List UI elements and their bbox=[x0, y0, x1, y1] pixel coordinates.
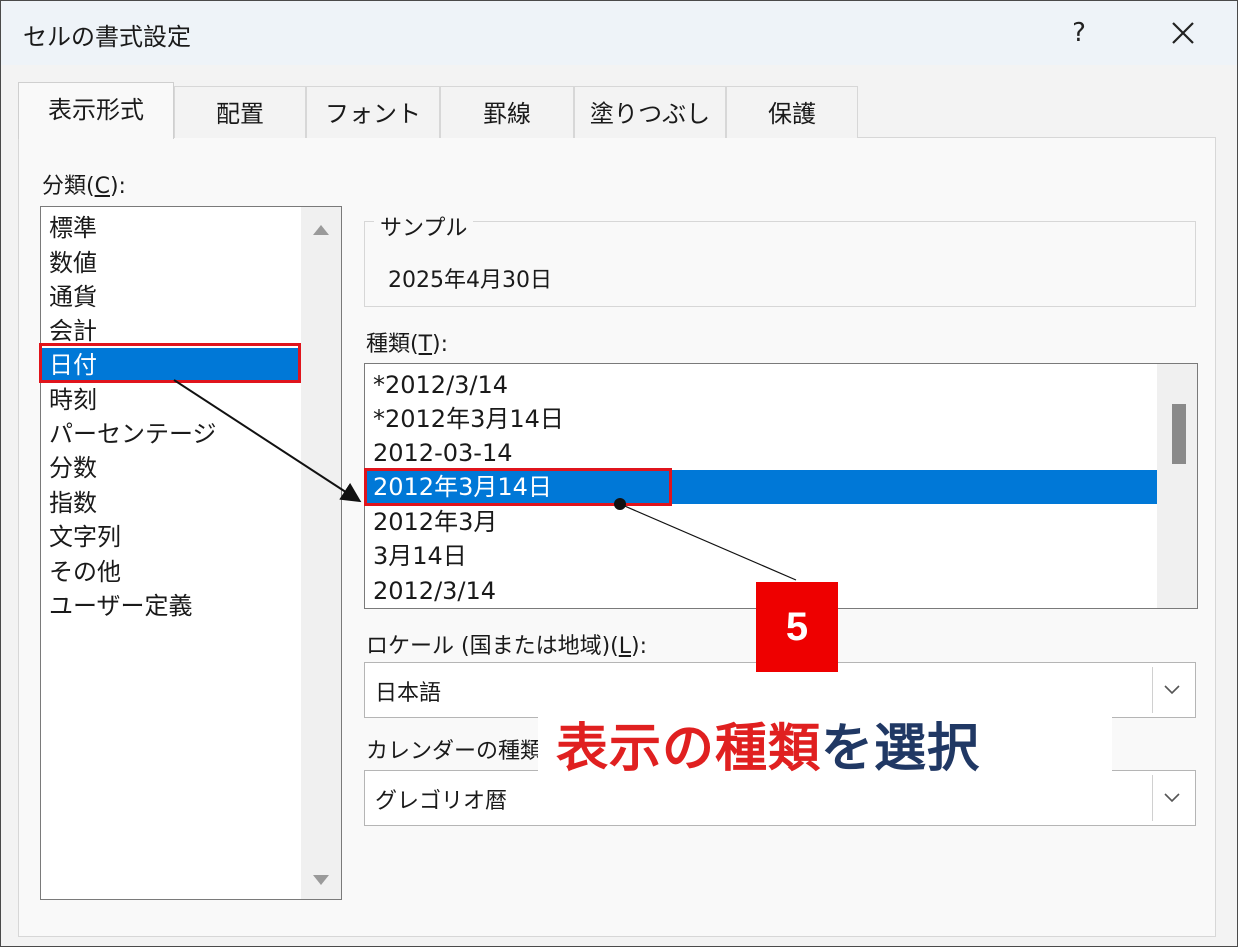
type-label: 種類(T): bbox=[366, 332, 449, 357]
chevron-down-icon bbox=[1164, 793, 1180, 803]
title-bar: セルの書式設定 ? bbox=[1, 1, 1237, 65]
close-icon bbox=[1172, 22, 1194, 44]
scroll-up-icon[interactable] bbox=[313, 225, 329, 235]
instruction-text-navy: を選択 bbox=[821, 719, 981, 779]
type-scrollbar[interactable] bbox=[1157, 364, 1197, 608]
instruction-text-red: 表示の種類 bbox=[556, 719, 822, 779]
dialog-title: セルの書式設定 bbox=[23, 23, 191, 51]
list-item[interactable]: 分数 bbox=[41, 451, 301, 485]
list-item[interactable]: ユーザー定義 bbox=[41, 589, 301, 623]
tab-border[interactable]: 罫線 bbox=[440, 86, 574, 138]
list-item[interactable]: 数値 bbox=[41, 246, 301, 280]
tab-fill[interactable]: 塗りつぶし bbox=[574, 86, 726, 138]
list-item[interactable]: 2012-03-14 bbox=[365, 436, 1157, 470]
calendar-value: グレゴリオ暦 bbox=[375, 789, 508, 814]
locale-dropdown-button[interactable] bbox=[1152, 667, 1191, 713]
category-scrollbar[interactable] bbox=[301, 207, 341, 899]
tab-protection[interactable]: 保護 bbox=[726, 86, 858, 138]
list-item[interactable]: *2012/3/14 bbox=[365, 368, 1157, 402]
tab-font[interactable]: フォント bbox=[306, 86, 440, 138]
list-item[interactable]: 標準 bbox=[41, 211, 301, 245]
list-item[interactable]: 3月14日 bbox=[365, 539, 1157, 573]
instruction-text: 表示の種類を選択 bbox=[556, 714, 980, 784]
scroll-thumb[interactable] bbox=[1172, 404, 1186, 464]
step-number-badge: 5 bbox=[756, 582, 838, 672]
type-highlight-box bbox=[364, 468, 672, 506]
list-item[interactable]: *2012年3月14日 bbox=[365, 402, 1157, 436]
list-item[interactable]: その他 bbox=[41, 555, 301, 589]
scroll-down-icon[interactable] bbox=[313, 875, 329, 885]
calendar-dropdown-button[interactable] bbox=[1152, 775, 1191, 821]
sample-value: 2025年4月30日 bbox=[388, 268, 552, 293]
locale-value: 日本語 bbox=[375, 681, 442, 706]
tab-number[interactable]: 表示形式 bbox=[18, 82, 174, 139]
locale-label: ロケール (国または地域)(L): bbox=[366, 634, 648, 659]
help-button[interactable]: ? bbox=[1051, 9, 1107, 57]
list-item[interactable]: 通貨 bbox=[41, 280, 301, 314]
list-item[interactable]: 時刻 bbox=[41, 383, 301, 417]
category-list[interactable]: 標準 数値 通貨 会計 日付 時刻 パーセンテージ 分数 指数 文字列 その他 … bbox=[40, 206, 342, 900]
calendar-label: カレンダーの種類 bbox=[366, 739, 543, 764]
tab-alignment[interactable]: 配置 bbox=[174, 86, 306, 138]
close-button[interactable] bbox=[1151, 9, 1215, 57]
sample-legend: サンプル bbox=[374, 210, 474, 242]
tab-strip: 表示形式 配置 フォント 罫線 塗りつぶし 保護 bbox=[18, 82, 1218, 139]
list-item[interactable]: 2012年3月 bbox=[365, 505, 1157, 539]
category-highlight-box bbox=[39, 343, 301, 383]
list-item[interactable]: パーセンテージ bbox=[41, 417, 301, 451]
category-label: 分類(C): bbox=[42, 174, 126, 199]
list-item[interactable]: 指数 bbox=[41, 486, 301, 520]
chevron-down-icon bbox=[1164, 685, 1180, 695]
list-item[interactable]: 文字列 bbox=[41, 520, 301, 554]
